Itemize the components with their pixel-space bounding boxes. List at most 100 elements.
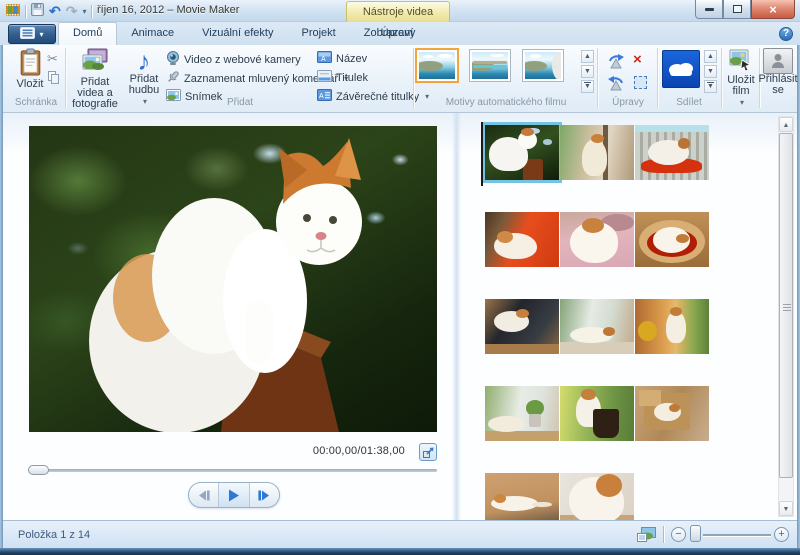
fullscreen-button[interactable]: [419, 443, 437, 461]
storyboard-thumbnail[interactable]: [635, 125, 709, 180]
paste-label: Vložit: [17, 79, 44, 90]
save-icon[interactable]: [31, 3, 44, 19]
scrollbar-thumb[interactable]: [779, 133, 793, 478]
seek-handle[interactable]: [28, 465, 49, 475]
tab-domu[interactable]: Domů: [58, 22, 117, 45]
storyboard-thumbnail[interactable]: [560, 386, 634, 441]
file-menu-caret-icon: ▾: [39, 30, 43, 39]
tab-animace[interactable]: Animace: [117, 22, 188, 45]
restore-button[interactable]: [723, 0, 751, 19]
cut-button[interactable]: ✂: [47, 52, 58, 66]
undo-icon[interactable]: ↶: [49, 5, 61, 17]
storyboard-thumbnail[interactable]: [485, 125, 559, 180]
scene-shape: [417, 61, 443, 71]
scene-shape: [543, 139, 552, 145]
minimize-icon: [705, 8, 714, 11]
share-more-icon[interactable]: ▼: [704, 80, 717, 93]
share-scroll-down-icon[interactable]: ▼: [704, 65, 717, 78]
scene-shape: [581, 389, 595, 399]
scene-shape: [560, 342, 634, 354]
title-bar: ↶ ↷ ▾ říjen 16, 2012 – Movie Maker Nástr…: [0, 0, 800, 22]
webcam-video-button[interactable]: Video z webové kamery: [166, 51, 301, 69]
scrollbar-up-icon[interactable]: ▲: [779, 117, 793, 132]
playhead-indicator[interactable]: [481, 122, 483, 186]
save-movie-button[interactable]: Uložit film▾: [723, 48, 759, 108]
preview-monitor[interactable]: [29, 126, 437, 432]
scene-shape: [582, 139, 607, 176]
gallery-scroll-up-icon[interactable]: ▲: [581, 50, 594, 63]
restore-icon: [733, 5, 742, 13]
storyboard-thumbnail[interactable]: [560, 125, 634, 180]
share-scroll-up-icon[interactable]: ▲: [704, 50, 717, 63]
storyboard-thumbnail[interactable]: [635, 212, 709, 267]
scene-shape: [678, 138, 691, 148]
storyboard-thumbnail[interactable]: [635, 386, 709, 441]
cut-icon: ✂: [47, 51, 58, 66]
group-separator: [65, 48, 66, 108]
scene-shape: [438, 54, 452, 58]
storyboard-thumbnail[interactable]: [485, 212, 559, 267]
scene-shape: [532, 502, 551, 508]
movie-maker-window: ↶ ↷ ▾ říjen 16, 2012 – Movie Maker Nástr…: [0, 0, 800, 555]
remove-button[interactable]: ×: [633, 53, 642, 67]
select-all-button[interactable]: [634, 76, 647, 89]
group-separator: [721, 48, 722, 108]
sign-in-button[interactable]: Přihlásit se: [761, 48, 795, 96]
minimize-button[interactable]: [695, 0, 723, 19]
qat-customize-caret-icon[interactable]: ▾: [82, 7, 86, 16]
caption-button[interactable]: Titulek: [317, 70, 368, 85]
webcam-icon: [166, 51, 180, 69]
storyboard-thumbnail[interactable]: [635, 299, 709, 354]
ribbon-tab-row: ▾ Domů Animace Vizuální efekty Projekt Z…: [0, 22, 800, 45]
window-controls: ×: [695, 0, 795, 19]
gallery-more-icon[interactable]: ▼: [581, 80, 594, 93]
file-menu-button[interactable]: ▾: [8, 24, 56, 44]
play-button[interactable]: [218, 483, 248, 507]
storyboard-thumbnail[interactable]: [560, 473, 634, 520]
person-icon: [763, 48, 793, 74]
gallery-scroll-down-icon[interactable]: ▼: [581, 65, 594, 78]
copy-button[interactable]: [48, 71, 59, 84]
storyboard-pane: [461, 113, 771, 520]
zoom-slider-track[interactable]: [703, 534, 771, 536]
zoom-slider-handle[interactable]: [690, 525, 701, 542]
rotate-left-button[interactable]: [607, 53, 625, 73]
help-icon[interactable]: ?: [779, 27, 793, 41]
storyboard-thumbnail[interactable]: [560, 212, 634, 267]
rotate-right-button[interactable]: [607, 75, 625, 95]
paste-button[interactable]: Vložit: [11, 48, 49, 90]
scrollbar-grip: [783, 304, 791, 305]
group-label-themes: Motivy automatického filmu: [415, 97, 597, 110]
scene-shape: [669, 404, 680, 412]
scrollbar-down-icon[interactable]: ▼: [779, 501, 793, 516]
zoom-out-button[interactable]: −: [671, 527, 686, 542]
next-frame-button[interactable]: [249, 483, 279, 507]
close-button[interactable]: ×: [751, 0, 795, 19]
cloud-icon: [667, 60, 695, 78]
automovie-theme-thumbnail[interactable]: [523, 50, 563, 81]
title-button[interactable]: A Název: [317, 51, 367, 66]
storyboard-thumbnail[interactable]: [485, 299, 559, 354]
group-label-add: Přidat: [67, 97, 413, 110]
record-narration-label: Zaznamenat mluvený komentář: [184, 73, 338, 85]
webcam-video-label: Video z webové kamery: [184, 54, 301, 66]
storyboard-thumbnail[interactable]: [560, 299, 634, 354]
skydrive-share-button[interactable]: [662, 50, 700, 88]
storyboard-thumbnail[interactable]: [485, 386, 559, 441]
zoom-in-button[interactable]: +: [774, 527, 789, 542]
app-icon: [6, 3, 20, 20]
thumbnail-size-button[interactable]: [637, 527, 656, 545]
tab-projekt[interactable]: Projekt: [287, 22, 349, 45]
previous-frame-button[interactable]: [189, 483, 218, 507]
storyboard-thumbnail[interactable]: [485, 473, 559, 520]
seek-track[interactable]: [29, 469, 437, 472]
scene-shape: [488, 416, 525, 431]
scene-shape: [603, 327, 616, 336]
tab-vizualni-efekty[interactable]: Vizuální efekty: [188, 22, 287, 45]
automovie-theme-thumbnail[interactable]: [470, 50, 510, 81]
tab-upravy-contextual[interactable]: Úpravy: [352, 22, 444, 44]
automovie-theme-thumbnail[interactable]: [417, 50, 457, 81]
rotate-left-icon: [607, 53, 625, 70]
file-menu-icon: [20, 27, 35, 42]
share-gallery-scroll: ▲ ▼ ▼: [704, 50, 717, 93]
